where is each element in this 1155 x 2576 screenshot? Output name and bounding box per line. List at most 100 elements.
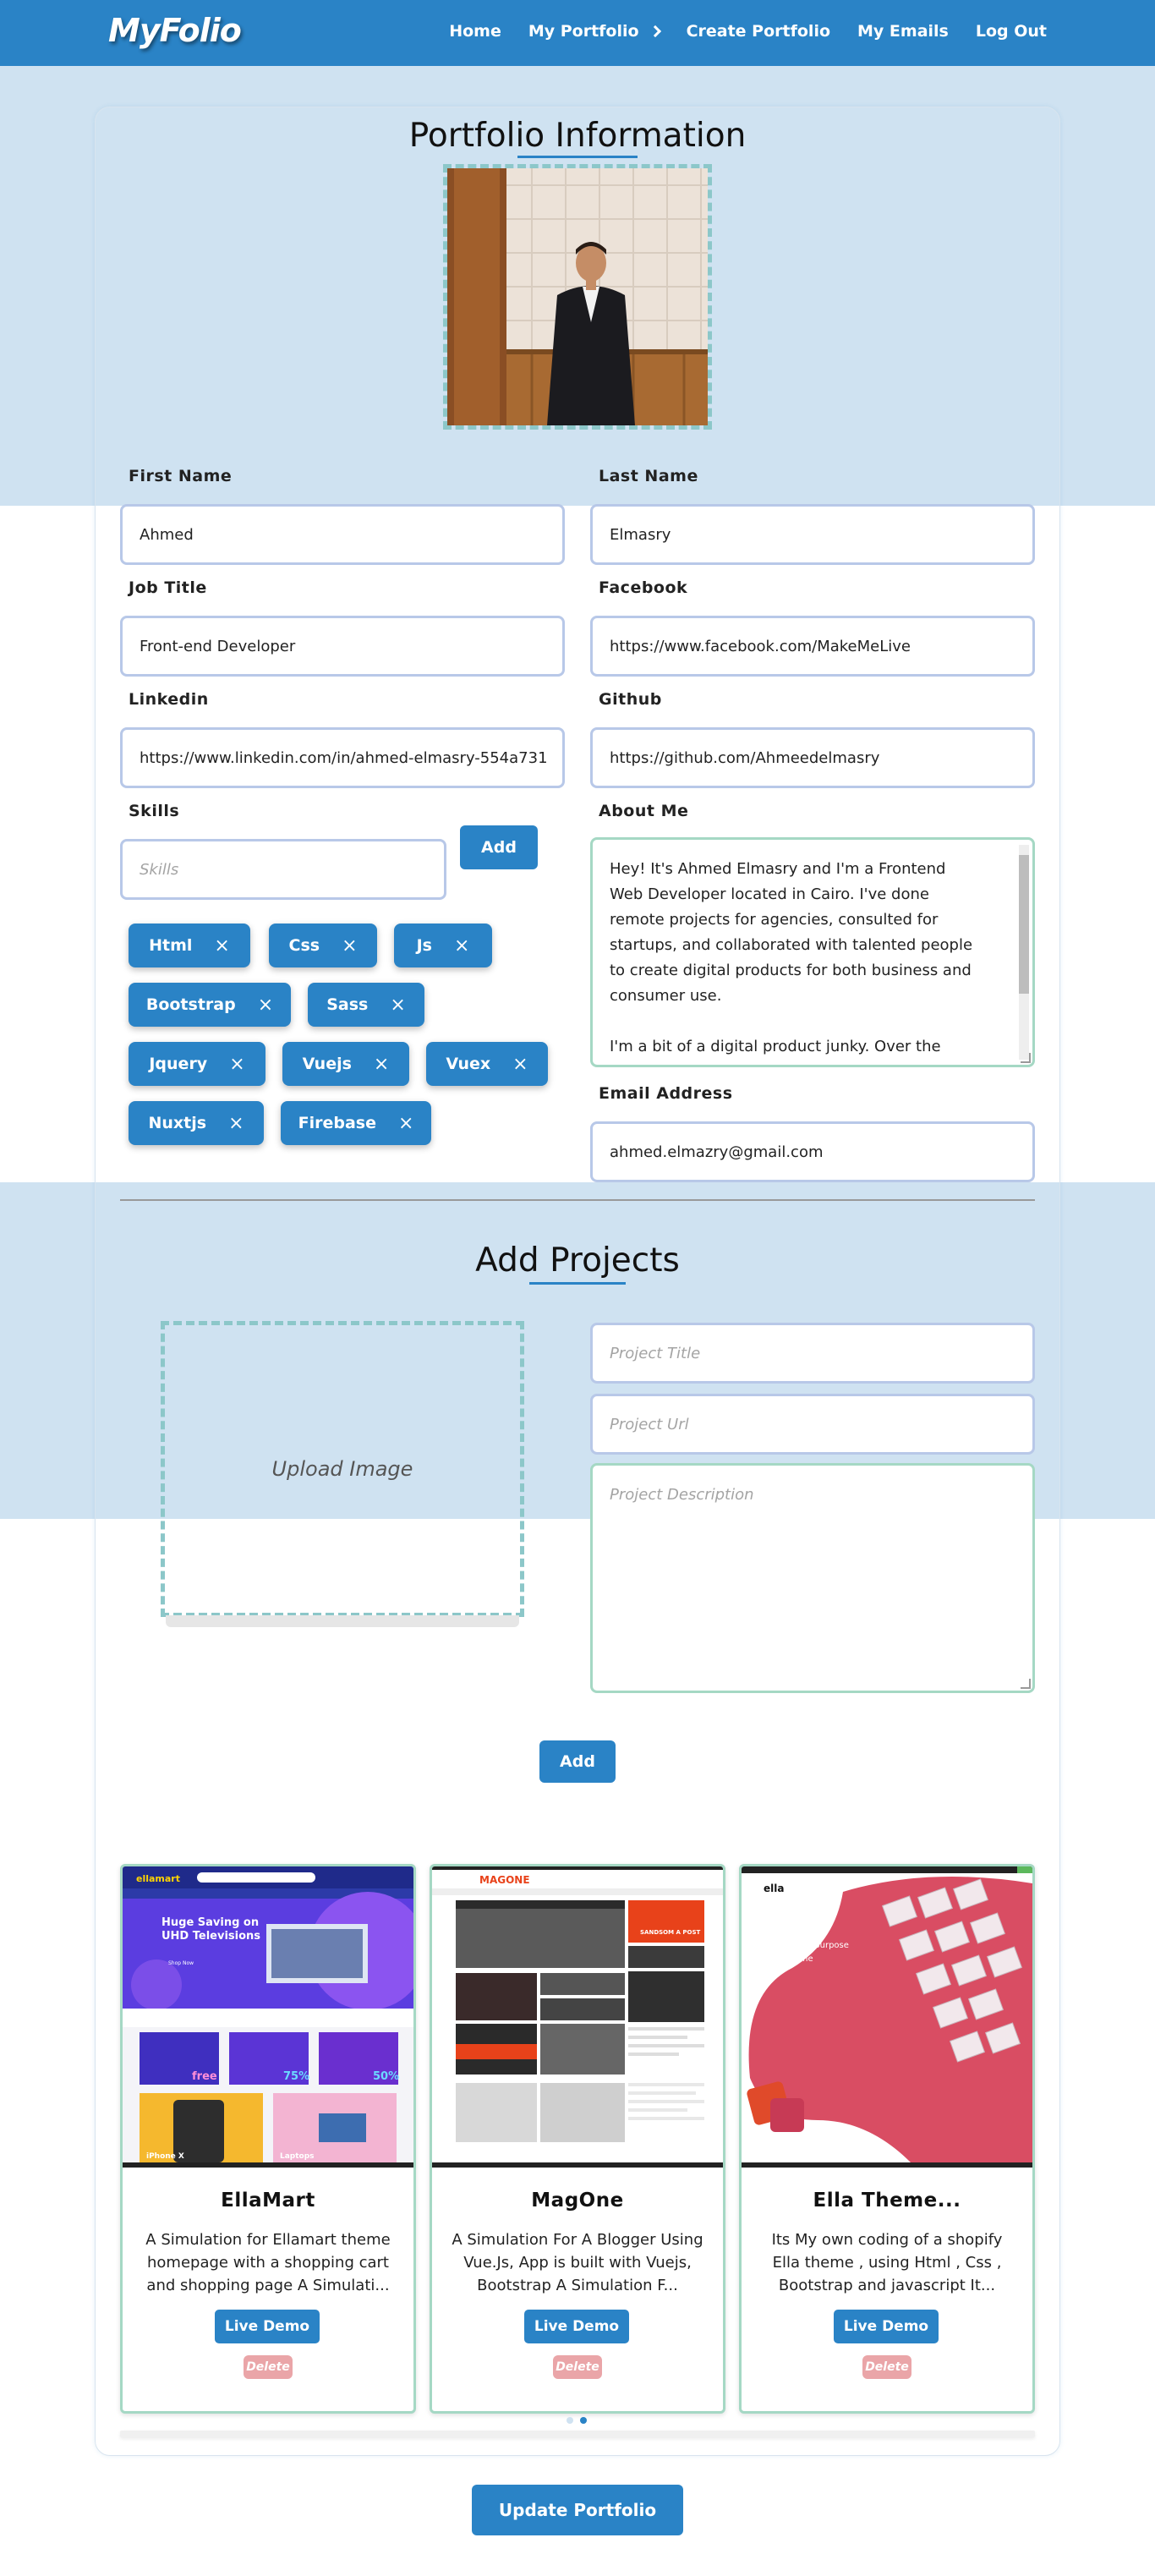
project-description: A Simulation for Ellamart theme homepage… (145, 2231, 391, 2294)
close-icon[interactable]: × (228, 1113, 244, 1134)
project-title-input[interactable]: Project Title (590, 1323, 1035, 1384)
linkedin-label: Linkedin (129, 690, 209, 709)
live-demo-button[interactable]: Live Demo (215, 2310, 320, 2343)
close-icon[interactable]: × (454, 935, 469, 956)
resize-grip-icon[interactable] (1021, 1679, 1031, 1689)
ella-headline: Shopify theme (752, 1954, 813, 1964)
skill-chip-label: Bootstrap (145, 995, 236, 1014)
project-title: Ella Theme... (813, 2190, 961, 2212)
nav-my-emails[interactable]: My Emails (857, 22, 949, 41)
ellamart-promo-text: iPhone X (146, 2152, 184, 2161)
ella-headline: Creative multi-purpose (752, 1941, 849, 1950)
skill-chip-vuex: Vuex × (426, 1042, 548, 1086)
nav-log-out[interactable]: Log Out (976, 22, 1047, 41)
close-icon[interactable]: × (390, 995, 405, 1016)
section-divider (120, 1199, 1035, 1201)
ellamart-screenshot: ellamart Huge Saving on UHD Televisions … (123, 1866, 413, 2162)
project-description-placeholder: Project Description (610, 1486, 754, 1504)
ellamart-hero-line: UHD Televisions (161, 1930, 260, 1943)
skill-chip-jquery: Jquery × (129, 1042, 265, 1086)
project-thumbnail: ellamart Huge Saving on UHD Televisions … (123, 1866, 413, 2168)
project-title: EllaMart (221, 2190, 315, 2212)
skill-chip-label: Vuejs (302, 1055, 352, 1073)
ellamart-tile-text: 50% (373, 2070, 399, 2083)
title-underline (529, 1282, 626, 1285)
project-description: A Simulation For A Blogger Using Vue.Js,… (452, 2231, 703, 2294)
project-description-textarea[interactable]: Project Description (590, 1463, 1035, 1693)
about-me-paragraph: Hey! It's Ahmed Elmasry and I'm a Fronte… (610, 860, 973, 1005)
skill-chip-label: Jquery (149, 1055, 208, 1073)
email-input[interactable]: ahmed.elmazry@gmail.com (590, 1121, 1035, 1182)
upload-image-label: Upload Image (271, 1457, 413, 1481)
facebook-label: Facebook (599, 578, 688, 597)
ellamart-tile-text: free (192, 2070, 217, 2083)
project-card: MAGONE SANDSOM A POST MagOne A Simulatio… (430, 1864, 725, 2414)
profile-photo-image (447, 168, 708, 425)
close-icon[interactable]: × (342, 935, 357, 956)
close-icon[interactable]: × (374, 1054, 389, 1075)
brand-logo[interactable]: MyFolio (108, 12, 242, 49)
ellamart-promo-text: Laptops (280, 2152, 315, 2161)
nav-home[interactable]: Home (449, 22, 501, 41)
delete-button[interactable]: Delete (553, 2355, 602, 2379)
github-input[interactable]: https://github.com/Ahmeedelmasry (590, 727, 1035, 788)
project-card: ella Creative multi-purpose Shopify them… (739, 1864, 1035, 2414)
ellamart-tile-text: 75% (283, 2070, 309, 2083)
job-title-input[interactable]: Front-end Developer (120, 616, 565, 677)
skill-chip-css: Css × (269, 924, 377, 967)
skill-chip-label: Js (416, 936, 432, 955)
skill-chip-label: Html (149, 936, 193, 955)
navbar: MyFolio Home My Portfolio Create Portfol… (0, 0, 1155, 66)
last-name-label: Last Name (599, 467, 698, 485)
ella-theme-screenshot: ella Creative multi-purpose Shopify them… (742, 1866, 1032, 2162)
magone-screenshot: MAGONE SANDSOM A POST (432, 1866, 723, 2162)
add-skill-button[interactable]: Add (460, 825, 538, 869)
portfolio-title: Portfolio Information (408, 117, 747, 155)
ellamart-brand-text: ellamart (136, 1873, 180, 1884)
resize-grip-icon[interactable] (1021, 1053, 1031, 1063)
nav-create-portfolio[interactable]: Create Portfolio (687, 22, 830, 41)
email-label: Email Address (599, 1084, 733, 1103)
magone-tag-text: SANDSOM A POST (640, 1929, 701, 1936)
first-name-label: First Name (129, 467, 233, 485)
scrollbar-thumb[interactable] (1019, 855, 1029, 994)
close-icon[interactable]: × (229, 1054, 244, 1075)
skill-chip-label: Firebase (298, 1114, 376, 1132)
ellamart-hero-line: Huge Saving on (161, 1916, 259, 1929)
project-thumbnail: ella Creative multi-purpose Shopify them… (742, 1866, 1032, 2168)
nav-my-portfolio-label: My Portfolio (528, 22, 639, 41)
nav-my-portfolio[interactable]: My Portfolio (528, 22, 661, 41)
carousel-dot[interactable] (567, 2417, 573, 2424)
title-underline (517, 156, 638, 158)
job-title-label: Job Title (129, 578, 207, 597)
carousel-dot-active[interactable] (580, 2417, 587, 2424)
ellamart-hero-button: Shop Now (168, 1960, 194, 1966)
profile-photo[interactable] (443, 164, 712, 430)
magone-brand-text: MAGONE (479, 1874, 530, 1886)
upload-image-dropzone[interactable]: Upload Image (161, 1321, 524, 1617)
skill-chip-label: Nuxtjs (148, 1114, 207, 1132)
skill-chip-js: Js × (394, 924, 492, 967)
update-portfolio-button[interactable]: Update Portfolio (472, 2485, 683, 2535)
about-me-textarea[interactable]: Hey! It's Ahmed Elmasry and I'm a Fronte… (590, 837, 1035, 1067)
delete-button[interactable]: Delete (244, 2355, 293, 2379)
nav-links: Home My Portfolio Create Portfolio My Em… (422, 22, 1047, 41)
linkedin-input[interactable]: https://www.linkedin.com/in/ahmed-elmasr… (120, 727, 565, 788)
last-name-input[interactable]: Elmasry (590, 504, 1035, 565)
live-demo-button[interactable]: Live Demo (834, 2310, 939, 2343)
project-url-input[interactable]: Project Url (590, 1394, 1035, 1455)
add-project-button[interactable]: Add (539, 1740, 616, 1783)
ella-brand-text: ella (764, 1883, 784, 1894)
close-icon[interactable]: × (512, 1054, 528, 1075)
carousel-track (120, 2431, 1035, 2437)
close-icon[interactable]: × (398, 1113, 413, 1134)
first-name-input[interactable]: Ahmed (120, 504, 565, 565)
close-icon[interactable]: × (214, 935, 229, 956)
delete-button[interactable]: Delete (862, 2355, 911, 2379)
skill-chip-nuxtjs: Nuxtjs × (129, 1101, 264, 1145)
about-me-label: About Me (599, 802, 689, 820)
live-demo-button[interactable]: Live Demo (524, 2310, 629, 2343)
skills-input[interactable]: Skills (120, 839, 446, 900)
close-icon[interactable]: × (258, 995, 273, 1016)
facebook-input[interactable]: https://www.facebook.com/MakeMeLive (590, 616, 1035, 677)
